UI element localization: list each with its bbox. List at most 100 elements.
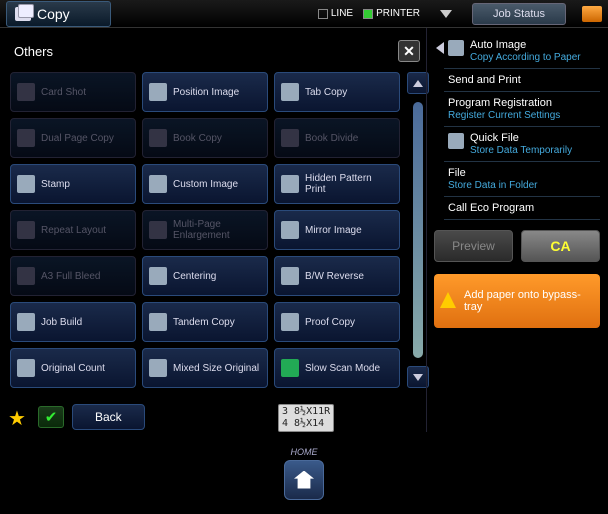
option-tab-copy[interactable]: Tab Copy [274, 72, 400, 112]
action-subtitle: Register Current Settings [448, 110, 560, 121]
option-icon [17, 175, 35, 193]
action-quick-file[interactable]: Quick FileStore Data Temporarily [444, 127, 600, 162]
option-b-w-reverse[interactable]: B/W Reverse [274, 256, 400, 296]
option-icon [17, 313, 35, 331]
favorite-icon[interactable]: ★ [8, 406, 30, 428]
option-a3-full-bleed: A3 Full Bleed [10, 256, 136, 296]
option-label: Book Copy [173, 133, 222, 144]
line-label: LINE [331, 8, 353, 19]
option-icon [149, 359, 167, 377]
printer-label: PRINTER [376, 8, 420, 19]
option-icon [281, 267, 299, 285]
job-status-button[interactable]: Job Status [472, 3, 566, 25]
warning-text: Add paper onto bypass-tray [464, 289, 590, 313]
option-tandem-copy[interactable]: Tandem Copy [142, 302, 268, 342]
option-label: Custom Image [173, 179, 238, 190]
action-title: Call Eco Program [448, 202, 534, 214]
option-label: Mirror Image [305, 225, 362, 236]
mode-tab-copy[interactable]: Copy [6, 1, 111, 27]
tray-line-3: 3 8½X11R [282, 406, 330, 418]
option-icon [281, 83, 299, 101]
option-icon [17, 221, 35, 239]
action-title: Quick File [470, 132, 572, 144]
option-label: Multi-Page Enlargement [173, 219, 261, 241]
option-proof-copy[interactable]: Proof Copy [274, 302, 400, 342]
option-book-divide: Book Divide [274, 118, 400, 158]
option-icon [149, 129, 167, 147]
action-call-eco-program[interactable]: Call Eco Program [444, 197, 600, 220]
action-send-and-print[interactable]: Send and Print [444, 69, 600, 92]
top-bar: Copy LINE PRINTER Job Status [0, 0, 608, 28]
chevron-up-icon [413, 80, 423, 87]
option-stamp[interactable]: Stamp [10, 164, 136, 204]
option-label: Card Shot [41, 87, 86, 98]
action-program-registration[interactable]: Program RegistrationRegister Current Set… [444, 92, 600, 127]
option-icon [17, 359, 35, 377]
tray-line-4: 4 8½X14 [282, 418, 330, 430]
option-icon [149, 313, 167, 331]
option-mirror-image[interactable]: Mirror Image [274, 210, 400, 250]
panel-title: Others [14, 44, 53, 59]
option-label: B/W Reverse [305, 271, 364, 282]
option-job-build[interactable]: Job Build [10, 302, 136, 342]
option-label: Dual Page Copy [41, 133, 114, 144]
close-button[interactable]: ✕ [398, 40, 420, 62]
ca-button[interactable]: CA [521, 230, 600, 262]
option-label: Original Count [41, 363, 105, 374]
option-hidden-pattern-print[interactable]: Hidden Pattern Print [274, 164, 400, 204]
guide-icon[interactable] [582, 6, 602, 22]
option-label: Slow Scan Mode [305, 363, 380, 374]
option-label: Job Build [41, 317, 82, 328]
option-icon [281, 359, 299, 377]
option-custom-image[interactable]: Custom Image [142, 164, 268, 204]
preview-button[interactable]: Preview [434, 230, 513, 262]
action-subtitle: Copy According to Paper [470, 52, 581, 63]
collapse-icon[interactable] [436, 42, 444, 54]
action-file[interactable]: FileStore Data in Folder [444, 162, 600, 197]
back-button[interactable]: Back [72, 404, 145, 430]
option-icon [17, 129, 35, 147]
option-icon [281, 221, 299, 239]
action-title: Send and Print [448, 74, 521, 86]
line-indicator: LINE [318, 8, 353, 19]
option-icon [149, 221, 167, 239]
warning-box[interactable]: Add paper onto bypass-tray [434, 274, 600, 328]
chevron-down-icon [413, 374, 423, 381]
line-icon [318, 9, 328, 19]
confirm-button[interactable]: ✔ [38, 406, 64, 428]
option-icon [17, 267, 35, 285]
printer-icon [363, 9, 373, 19]
option-slow-scan-mode[interactable]: Slow Scan Mode [274, 348, 400, 388]
option-mixed-size-original[interactable]: Mixed Size Original [142, 348, 268, 388]
mode-label: Copy [37, 6, 70, 22]
action-icon [448, 40, 464, 56]
tray-info[interactable]: 3 8½X11R 4 8½X14 [278, 404, 334, 432]
option-label: A3 Full Bleed [41, 271, 100, 282]
status-indicators: LINE PRINTER Job Status [318, 3, 602, 25]
others-panel: Others ✕ Card Shot Position Image Tab Copy… [0, 28, 430, 432]
action-title: File [448, 167, 538, 179]
option-label: Tab Copy [305, 87, 347, 98]
action-auto-image[interactable]: Auto ImageCopy According to Paper [444, 34, 600, 69]
option-position-image[interactable]: Position Image [142, 72, 268, 112]
scroll-track[interactable] [413, 102, 423, 358]
home-bar: HOME [0, 432, 608, 514]
option-label: Centering [173, 271, 216, 282]
option-label: Repeat Layout [41, 225, 106, 236]
option-icon [281, 313, 299, 331]
option-label: Book Divide [305, 133, 358, 144]
option-multi-page-enlargement: Multi-Page Enlargement [142, 210, 268, 250]
option-icon [149, 175, 167, 193]
warning-icon [440, 292, 456, 308]
option-centering[interactable]: Centering [142, 256, 268, 296]
action-subtitle: Store Data Temporarily [470, 145, 572, 156]
action-icon [448, 133, 464, 149]
home-button[interactable] [284, 460, 324, 500]
home-label: HOME [291, 447, 318, 457]
printer-indicator: PRINTER [363, 8, 420, 19]
option-original-count[interactable]: Original Count [10, 348, 136, 388]
action-title: Auto Image [470, 39, 581, 51]
dropdown-icon[interactable] [440, 10, 452, 18]
option-label: Stamp [41, 179, 70, 190]
option-icon [281, 175, 299, 193]
